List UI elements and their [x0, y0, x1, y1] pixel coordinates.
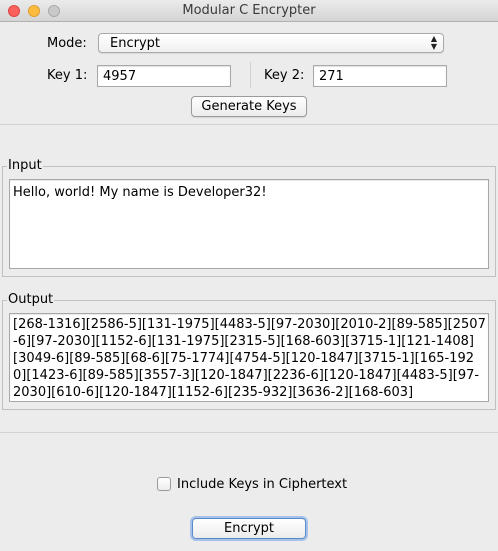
key1-field[interactable]: 4957 [97, 65, 231, 87]
encrypt-button[interactable]: Encrypt [192, 518, 306, 539]
mode-select-value: Encrypt [110, 36, 160, 51]
key1-label: Key 1: [47, 68, 88, 83]
generate-keys-button[interactable]: Generate Keys [191, 96, 307, 117]
output-textarea[interactable]: [268-1316][2586-5][131-1975][4483-5][97-… [9, 313, 489, 402]
key2-field[interactable]: 271 [313, 65, 447, 87]
input-textarea[interactable]: Hello, world! My name is Developer32! [9, 179, 489, 269]
key2-label: Key 2: [264, 68, 305, 83]
window-title: Modular C Encrypter [182, 3, 316, 18]
include-keys-checkbox[interactable] [157, 477, 171, 491]
mode-label: Mode: [47, 36, 87, 51]
include-keys-label: Include Keys in Ciphertext [177, 477, 348, 492]
output-group-title: Output [7, 292, 55, 307]
top-divider [0, 124, 498, 125]
bottom-divider [0, 432, 498, 433]
title-bar: Modular C Encrypter [0, 0, 498, 22]
input-group-title: Input [7, 158, 43, 173]
up-down-arrows-icon: ▲ ▼ [430, 34, 437, 51]
mode-select[interactable]: Encrypt ▲ ▼ [98, 33, 444, 53]
key-separator [250, 62, 251, 88]
